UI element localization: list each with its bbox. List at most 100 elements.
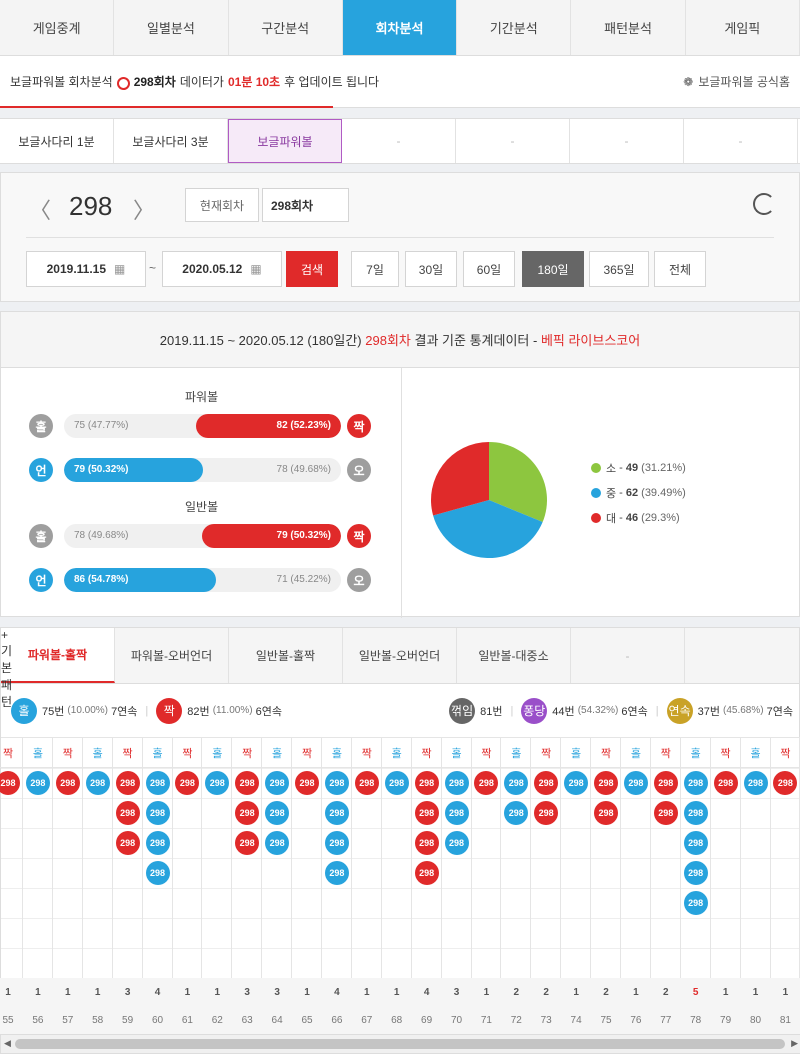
pattern-column: 홀 298 1 68 — [381, 738, 412, 1034]
top-nav-item[interactable]: 일별분석 — [114, 0, 229, 55]
round-index: 62 — [202, 1006, 233, 1034]
column-header: 짝 — [710, 738, 741, 768]
top-nav-item[interactable]: 구간분석 — [229, 0, 343, 55]
pattern-tab[interactable]: 일반볼-대중소 — [457, 628, 571, 683]
search-button[interactable]: 검색 — [286, 251, 338, 287]
result-ball: 298 — [683, 861, 708, 885]
horizontal-scrollbar[interactable]: ◀ ▶ — [1, 1034, 800, 1053]
info-prefix: 보글파워볼 회차분석 — [10, 75, 113, 89]
top-nav-item[interactable]: 회차분석 — [342, 0, 458, 55]
pattern-column: 짝 298 298 298 3 59 — [112, 738, 143, 1034]
scroll-right-icon[interactable]: ▶ — [791, 1038, 798, 1049]
streak-count: 1 — [82, 978, 113, 1006]
stat-left-value: 78 (49.68%) — [74, 530, 129, 541]
info-suffix: 후 업데이트 됩니다 — [284, 75, 380, 89]
prev-round-button[interactable]: 〈 — [29, 193, 51, 225]
streak-count: 1 — [561, 978, 592, 1006]
pattern-tabs: 파워볼-홀짝 파워볼-오버언더 일반볼-홀짝 일반볼-오버언더 일반볼-대중소 - — [1, 628, 799, 684]
odd-pct: (10.00%) — [67, 705, 108, 716]
pattern-column: 홀 298 298 298 298 298 5 78 — [680, 738, 711, 1034]
round-number: 298 — [69, 191, 113, 221]
legend-sep: - — [616, 462, 626, 474]
column-header: 홀 — [262, 738, 293, 768]
legend-pct: (29.3%) — [641, 512, 680, 524]
round-input[interactable]: 298회차 — [262, 188, 349, 222]
result-ball: 298 — [504, 771, 529, 795]
round-index: 70 — [441, 1006, 472, 1034]
legend-count: 46 — [625, 512, 639, 524]
stat-left-badge: 언 — [29, 458, 53, 482]
scrollbar-thumb[interactable] — [15, 1039, 785, 1049]
period-button[interactable]: 전체 — [654, 251, 706, 287]
period-button[interactable]: 7일 — [351, 251, 399, 287]
period-button[interactable]: 365일 — [589, 251, 649, 287]
result-ball: 298 — [594, 771, 618, 795]
pattern-summary: 홀 75번 (10.00%) 7연속 | 짝 82번 (11.00%) 6연속 … — [1, 684, 800, 738]
date-to-input[interactable]: 2020.05.12 ▦ — [162, 251, 282, 287]
official-home-link[interactable]: ❁ 보글파워볼 공식홈 — [683, 73, 790, 90]
round-index: 77 — [650, 1006, 681, 1034]
even-pct: (11.00%) — [212, 705, 253, 716]
pattern-column: 짝 298 298 2 73 — [531, 738, 562, 1034]
pattern-tab[interactable]: 일반볼-오버언더 — [343, 628, 457, 683]
pattern-tab[interactable]: 일반볼-홀짝 — [229, 628, 343, 683]
pattern-column: 짝 298 1 55 — [0, 738, 23, 1034]
scroll-left-icon[interactable]: ◀ — [4, 1038, 11, 1049]
period-button[interactable]: 180일 — [522, 251, 584, 287]
result-ball: 298 — [653, 801, 678, 825]
streak-count: 1 — [740, 978, 771, 1006]
stat-right-badge: 오 — [347, 568, 371, 592]
streak-count: 4 — [321, 978, 352, 1006]
stat-bar: 78 (49.68%) 79 (50.32%) — [64, 524, 341, 548]
pattern-column: 짝 298 298 298 298 4 69 — [411, 738, 442, 1034]
period-button[interactable]: 60일 — [463, 251, 515, 287]
round-index: 80 — [740, 1006, 771, 1034]
pattern-tab[interactable]: 파워볼-홀짝 — [1, 628, 115, 683]
stat-left-value: 79 (50.32%) — [74, 464, 129, 475]
result-ball: 298 — [235, 771, 260, 795]
top-nav-item[interactable]: 패턴분석 — [571, 0, 686, 55]
result-ball: 298 — [175, 771, 200, 795]
streak-count: 1 — [22, 978, 53, 1006]
info-countdown: 01분 10초 — [227, 75, 281, 89]
stat-bar: 86 (54.78%) 71 (45.22%) — [64, 568, 341, 592]
legend-dot — [591, 463, 601, 473]
pattern-column: 짝 298 1 61 — [172, 738, 203, 1034]
stat-right-badge: 짝 — [347, 524, 371, 548]
top-nav-item[interactable]: 기간분석 — [457, 0, 572, 55]
result-ball: 298 — [713, 771, 738, 795]
column-header: 짝 — [292, 738, 322, 768]
top-nav-item[interactable]: 게임픽 — [686, 0, 800, 55]
legend-sep: - — [616, 512, 626, 524]
round-index: 78 — [680, 1006, 711, 1034]
streak-count: 2 — [650, 978, 681, 1006]
refresh-icon[interactable] — [753, 193, 775, 215]
streak-count: 2 — [591, 978, 621, 1006]
pattern-tab: - — [571, 628, 685, 683]
game-tab[interactable]: 보글사다리 3분 — [114, 119, 228, 163]
streak-count: 3 — [262, 978, 293, 1006]
game-tab[interactable]: 보글파워볼 — [228, 119, 342, 163]
game-tab[interactable]: 보글사다리 1분 — [0, 119, 114, 163]
stats-divider — [401, 368, 402, 618]
streak-count: 1 — [0, 978, 23, 1006]
result-ball: 298 — [444, 801, 469, 825]
result-ball: 298 — [623, 771, 648, 795]
result-ball: 298 — [743, 771, 768, 795]
break-count: 81번 — [480, 705, 503, 718]
current-round-button[interactable]: 현재회차 — [185, 188, 259, 222]
period-button[interactable]: 30일 — [405, 251, 457, 287]
column-header: 홀 — [381, 738, 412, 768]
statistics-section: 2019.11.15 ~ 2020.05.12 (180일간) 298회차 결과… — [0, 311, 800, 618]
legend-pct: (39.49%) — [641, 487, 686, 499]
stat-left-badge: 홀 — [29, 524, 53, 548]
pattern-tab[interactable]: 파워볼-오버언더 — [115, 628, 229, 683]
column-header: 짝 — [471, 738, 502, 768]
next-round-button[interactable]: 〉 — [133, 193, 155, 225]
streak-count: 1 — [351, 978, 382, 1006]
stats-source: 베픽 라이브스코어 — [540, 333, 641, 348]
top-nav-item[interactable]: 게임중계 — [0, 0, 115, 55]
pattern-column: 짝 298 1 65 — [292, 738, 322, 1034]
result-ball: 298 — [324, 801, 349, 825]
date-from-input[interactable]: 2019.11.15 ▦ — [26, 251, 146, 287]
